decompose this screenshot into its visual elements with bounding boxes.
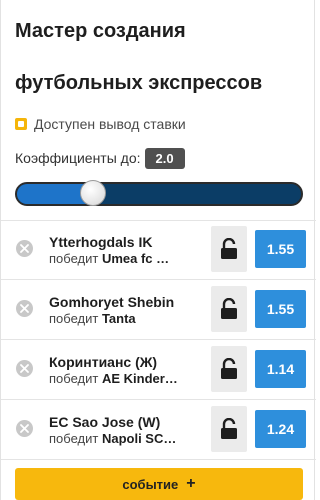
title-line-1: Мастер создания — [15, 20, 186, 42]
event-outcome: победит AE Kinder… — [49, 371, 199, 386]
coefficient-slider[interactable] — [15, 180, 303, 206]
event-team: Коринтианс (Ж) — [49, 354, 158, 370]
coefficient-value-badge: 2.0 — [144, 147, 185, 169]
event-outcome: победит Tanta — [49, 311, 199, 326]
cashout-icon — [15, 118, 27, 130]
event-team: EC Sao Jose (W) — [49, 414, 161, 430]
add-event-button[interactable]: событие + — [15, 468, 303, 500]
event-outcome: победит Umea fc … — [49, 251, 199, 266]
event-row: Ytterhogdals IK победит Umea fc … 1.55 — [1, 220, 316, 278]
odd-button[interactable]: 1.24 — [255, 410, 306, 448]
event-row: EC Sao Jose (W) победит Napoli SC… 1.24 — [1, 400, 316, 458]
express-builder-panel: Мастер создания футбольных экспрессов До… — [0, 0, 316, 500]
lock-icon — [221, 298, 237, 319]
event-team: Ytterhogdals IK — [49, 234, 153, 250]
close-icon — [20, 244, 29, 253]
outcome-prefix: победит — [49, 251, 99, 266]
remove-event-button[interactable] — [16, 360, 33, 377]
coefficient-label: Коэффициенты до: — [15, 150, 141, 166]
outcome-winner: Napoli SC… — [101, 431, 177, 446]
page-title: Мастер создания футбольных экспрессов — [15, 16, 305, 94]
outcome-prefix: победит — [49, 431, 99, 446]
slider-thumb[interactable] — [80, 180, 106, 206]
cashout-indicator: Доступен вывод ставки — [15, 114, 186, 134]
odd-button[interactable]: 1.55 — [255, 290, 306, 328]
remove-event-button[interactable] — [16, 300, 33, 317]
event-team: Gomhoryet Shebin — [49, 294, 175, 310]
event-outcome: победит Napoli SC… — [49, 431, 199, 446]
event-row: Gomhoryet Shebin победит Tanta 1.55 — [1, 280, 316, 338]
odd-button[interactable]: 1.55 — [255, 230, 306, 268]
lock-icon — [221, 418, 237, 439]
slider-track[interactable] — [15, 182, 303, 206]
outcome-winner: Umea fc … — [101, 251, 170, 266]
title-line-2: футбольных экспрессов — [15, 72, 263, 94]
outcome-winner: Tanta — [101, 311, 136, 326]
lock-event-button[interactable] — [211, 226, 247, 272]
event-row: Коринтианс (Ж) победит AE Kinder… 1.14 — [1, 340, 316, 398]
outcome-prefix: победит — [49, 371, 99, 386]
outcome-prefix: победит — [49, 311, 99, 326]
divider — [1, 459, 316, 460]
lock-event-button[interactable] — [211, 406, 247, 452]
plus-icon: + — [186, 475, 196, 492]
odd-button[interactable]: 1.14 — [255, 350, 306, 388]
lock-event-button[interactable] — [211, 346, 247, 392]
lock-event-button[interactable] — [211, 286, 247, 332]
add-event-label: событие — [122, 476, 179, 492]
lock-icon — [221, 238, 237, 259]
lock-icon — [221, 358, 237, 379]
close-icon — [20, 364, 29, 373]
close-icon — [20, 424, 29, 433]
cashout-label: Доступен вывод ставки — [34, 116, 186, 132]
outcome-winner: AE Kinder… — [101, 371, 178, 386]
remove-event-button[interactable] — [16, 420, 33, 437]
remove-event-button[interactable] — [16, 240, 33, 257]
coefficient-row: Коэффициенты до: 2.0 — [15, 147, 185, 169]
close-icon — [20, 304, 29, 313]
